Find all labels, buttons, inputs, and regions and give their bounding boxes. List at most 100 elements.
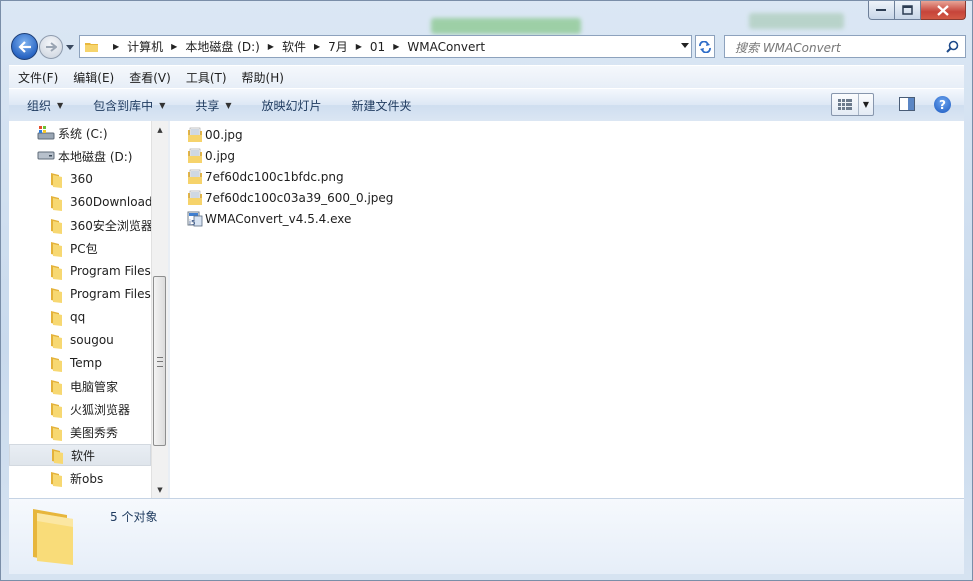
folder-icon [49,425,65,441]
image-file-icon [187,127,203,143]
tree-item-label: Program Files [70,264,151,278]
breadcrumb-software[interactable]: 软件 [282,38,306,55]
menu-help[interactable]: 帮助(H) [233,69,290,86]
tree-item-label: PC包 [70,241,98,256]
pane-splitter[interactable] [168,121,170,498]
new-folder-button[interactable]: 新建文件夹 [322,97,412,114]
file-item[interactable]: 00.jpg [187,125,243,145]
tree-item[interactable]: 360Download [9,191,151,213]
tree-item-label: 本地磁盘 (D:) [58,149,133,164]
menu-view[interactable]: 查看(V) [120,69,177,86]
tree-item-label: 360安全浏览器 [70,218,151,233]
folder-icon [49,218,65,234]
back-button[interactable] [11,33,38,60]
search-box [724,35,966,58]
breadcrumb-computer[interactable]: 计算机 [127,38,163,55]
chevron-down-icon [681,43,689,48]
large-folder-icon [29,505,77,567]
preview-pane-button[interactable] [899,97,915,111]
file-name: 00.jpg [205,128,243,142]
installer-icon: i5 [187,211,203,227]
tree-item[interactable]: 360 [9,168,93,190]
tree-item[interactable]: 360安全浏览器 [9,214,151,236]
forward-button[interactable] [39,35,63,59]
breadcrumb-separator-icon[interactable]: ▶ [171,42,177,51]
breadcrumb-separator-icon[interactable]: ▶ [314,42,320,51]
tree-item-label: 360 [70,172,93,186]
tree-item[interactable]: 电脑管家 [9,375,118,397]
share-button[interactable]: 共享 ▼ [165,97,231,114]
tree-item-label: 软件 [71,448,96,463]
file-item[interactable]: 7ef60dc100c1bfdc.png [187,167,344,187]
navigation-bar: ▶ 计算机 ▶ 本地磁盘 (D:) ▶ 软件 ▶ 7月 ▶ 01 ▶ WMACo… [9,33,966,61]
breadcrumb-july[interactable]: 7月 [328,38,348,55]
menu-file[interactable]: 文件(F) [9,69,64,86]
breadcrumb-01[interactable]: 01 [370,40,385,54]
address-history-dropdown[interactable] [681,43,689,48]
tree-item[interactable]: 系统 (C:) [9,122,108,144]
organize-button[interactable]: 组织 ▼ [9,97,63,114]
tree-item[interactable]: 新obs [9,467,103,489]
background-blur [431,18,581,34]
breadcrumb-separator-icon[interactable]: ▶ [393,42,399,51]
change-view-button[interactable] [832,94,859,115]
file-item[interactable]: 7ef60dc100c03a39_600_0.jpeg [187,188,393,208]
folder-icon [49,333,65,349]
breadcrumb-drive-d[interactable]: 本地磁盘 (D:) [185,38,259,55]
help-icon: ? [939,97,946,112]
search-input[interactable] [733,37,937,58]
recent-pages-dropdown[interactable] [65,42,75,52]
tree-item[interactable]: 美图秀秀 [9,421,118,443]
tree-scrollbar[interactable]: ▲ ▼ [151,121,168,498]
folder-icon [49,402,65,418]
maximize-icon [902,5,913,15]
view-options-button[interactable]: ▼ [831,93,874,116]
tree-item-label: 系统 (C:) [58,126,108,141]
folder-icon [49,172,65,188]
image-file-icon [187,169,203,185]
scroll-thumb[interactable] [153,276,166,446]
image-file-icon [187,148,203,164]
close-button[interactable] [921,1,966,20]
refresh-icon [699,40,711,53]
maximize-button[interactable] [895,1,921,20]
folder-icon [49,471,65,487]
tree-item[interactable]: 火狐浏览器 [9,398,130,420]
explorer-window: ▶ 计算机 ▶ 本地磁盘 (D:) ▶ 软件 ▶ 7月 ▶ 01 ▶ WMACo… [0,0,973,581]
breadcrumb: ▶ 计算机 ▶ 本地磁盘 (D:) ▶ 软件 ▶ 7月 ▶ 01 ▶ WMACo… [105,36,485,57]
file-item[interactable]: 0.jpg [187,146,235,166]
menu-edit[interactable]: 编辑(E) [64,69,120,86]
scroll-up-button[interactable]: ▲ [152,121,168,138]
view-dropdown-button[interactable]: ▼ [859,94,873,115]
back-arrow-icon [17,40,31,53]
tree-item[interactable]: 软件 [9,444,151,466]
file-item[interactable]: i5 WMAConvert_v4.5.4.exe [187,209,351,229]
breadcrumb-separator-icon[interactable]: ▶ [356,42,362,51]
search-icon[interactable] [946,40,959,53]
folder-icon [50,448,66,464]
scroll-down-button[interactable]: ▼ [152,481,168,498]
tree-item[interactable]: Program Files [9,260,151,282]
refresh-button[interactable] [695,35,715,58]
tree-item-label: 电脑管家 [70,379,119,394]
tree-item[interactable]: 本地磁盘 (D:) [9,145,132,167]
include-library-label: 包含到库中 [93,98,154,113]
address-bar[interactable]: ▶ 计算机 ▶ 本地磁盘 (D:) ▶ 软件 ▶ 7月 ▶ 01 ▶ WMACo… [79,35,692,58]
tree-item[interactable]: PC包 [9,237,98,259]
forward-arrow-icon [46,42,57,52]
slideshow-button[interactable]: 放映幻灯片 [232,97,322,114]
tree-item[interactable]: Program Files [9,283,151,305]
breadcrumb-wmaconvert[interactable]: WMAConvert [407,40,485,54]
breadcrumb-separator-icon[interactable]: ▶ [268,42,274,51]
tree-item[interactable]: Temp [9,352,102,374]
share-label: 共享 [195,98,220,113]
tree-item[interactable]: sougou [9,329,114,351]
minimize-button[interactable] [868,1,895,20]
tree-item-label: 360Download [70,195,151,209]
new-folder-label: 新建文件夹 [351,98,412,113]
tree-item[interactable]: qq [9,306,85,328]
menu-tools[interactable]: 工具(T) [177,69,233,86]
breadcrumb-separator-icon[interactable]: ▶ [113,42,119,51]
help-button[interactable]: ? [934,96,951,113]
include-library-button[interactable]: 包含到库中 ▼ [63,97,165,114]
